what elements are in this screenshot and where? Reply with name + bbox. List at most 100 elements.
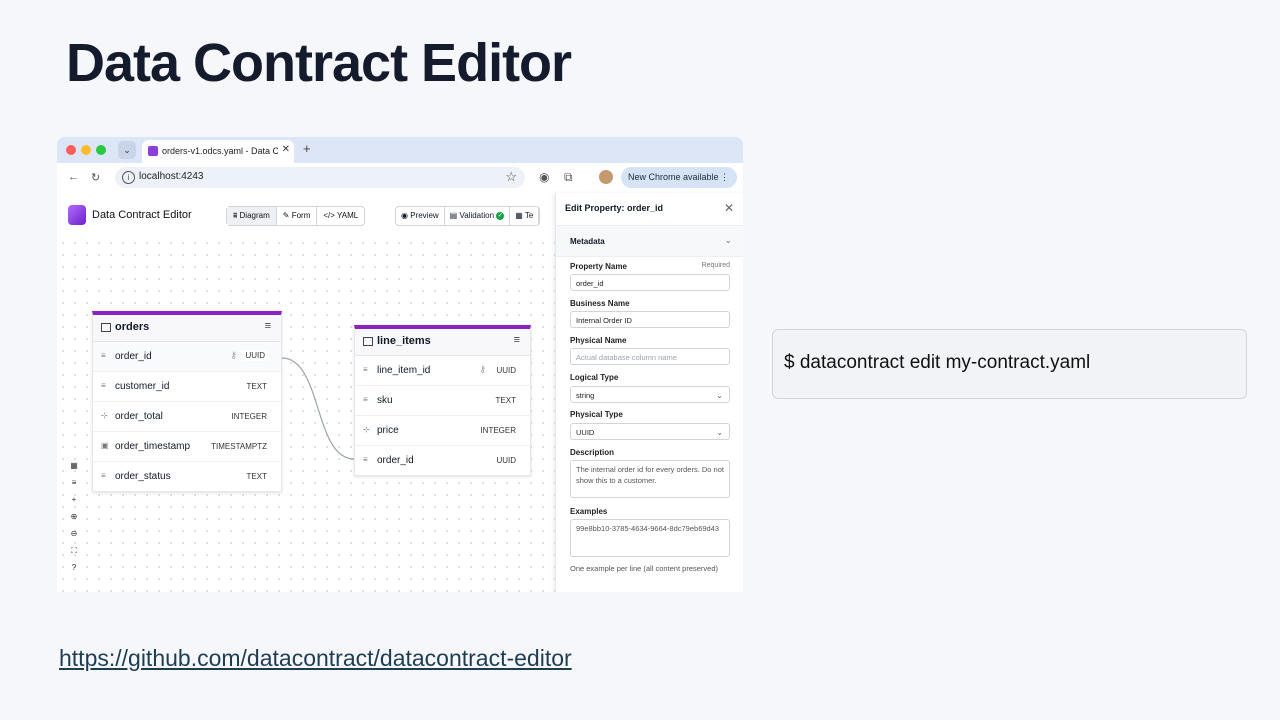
- document-icon: ▤: [449, 211, 458, 220]
- table-row[interactable]: ≡ order_id ⚷ UUID: [93, 342, 281, 372]
- text-type-icon: ≡: [101, 351, 106, 360]
- description-textarea[interactable]: The internal order id for every orders. …: [570, 460, 730, 498]
- tab-close-icon[interactable]: ✕: [282, 144, 290, 155]
- property-name-label: Property Name: [570, 262, 627, 271]
- table-row[interactable]: ⊹ price INTEGER: [355, 416, 530, 446]
- physical-name-input[interactable]: Actual database column name: [570, 348, 730, 365]
- browser-tab[interactable]: orders-v1.odcs.yaml - Data C ✕: [142, 140, 294, 163]
- menu-icon[interactable]: ≡: [514, 334, 520, 346]
- url-text: localhost:4243: [139, 171, 204, 182]
- tab-strip: ⌄ orders-v1.odcs.yaml - Data C ✕ +: [57, 137, 743, 163]
- property-name-input[interactable]: order_id: [570, 274, 730, 291]
- table-row[interactable]: ≡ sku TEXT: [355, 386, 530, 416]
- text-type-icon: ≡: [101, 381, 106, 390]
- logical-type-select[interactable]: string ⌄: [570, 386, 730, 403]
- table-name: orders: [115, 321, 150, 333]
- form-icon: ✎: [282, 211, 290, 220]
- logical-type-label: Logical Type: [570, 373, 619, 382]
- section-title: Metadata: [570, 237, 605, 246]
- repo-link[interactable]: https://github.com/datacontract/datacont…: [59, 645, 579, 672]
- examples-help-text: One example per line (all content preser…: [570, 564, 718, 573]
- test-icon: ▦: [515, 211, 523, 220]
- tab-diagram[interactable]: ⩩ Diagram: [227, 207, 277, 225]
- preview-button[interactable]: ◉ Preview: [396, 207, 445, 225]
- action-group: ◉ Preview ▤ Validation ✓ ▦ Te: [395, 206, 541, 226]
- edit-property-panel: Edit Property: order_id ✕ Metadata ⌄ Pro…: [555, 193, 743, 592]
- tab-form[interactable]: ✎ Form: [277, 207, 318, 225]
- kebab-menu-icon[interactable]: ⋮: [720, 167, 729, 188]
- table-node-line-items[interactable]: line_items ≡ ≡ line_item_id ⚷ UUID ≡ sku…: [354, 325, 531, 476]
- help-icon[interactable]: ?: [66, 563, 82, 580]
- chevron-down-icon: ⌄: [724, 235, 732, 245]
- new-tab-button[interactable]: +: [303, 141, 311, 156]
- layout-grid-icon[interactable]: ▦: [66, 461, 82, 478]
- minimize-window-button[interactable]: [81, 145, 91, 155]
- text-type-icon: ≡: [363, 455, 368, 464]
- tab-search-button[interactable]: ⌄: [118, 141, 136, 159]
- physical-name-label: Physical Name: [570, 336, 627, 345]
- table-row[interactable]: ≡ order_status TEXT: [93, 462, 281, 491]
- add-table-icon[interactable]: +: [66, 495, 82, 512]
- table-row[interactable]: ≡ order_id UUID: [355, 446, 530, 475]
- business-name-input[interactable]: Internal Order ID: [570, 311, 730, 328]
- eye-icon: ◉: [401, 211, 408, 220]
- table-icon: [101, 323, 111, 332]
- app-name: Data Contract Editor: [92, 209, 192, 221]
- examples-textarea[interactable]: 99e8bb10-3785-4634-9664-8dc79eb69d43: [570, 519, 730, 557]
- examples-label: Examples: [570, 507, 608, 516]
- bookmark-star-icon[interactable]: ☆: [505, 169, 517, 185]
- zoom-out-icon[interactable]: ⊖: [66, 529, 82, 546]
- menu-icon[interactable]: ≡: [265, 320, 271, 332]
- diagram-icon: ⩩: [233, 211, 238, 220]
- command-box: $ datacontract edit my-contract.yaml: [772, 329, 1247, 399]
- close-window-button[interactable]: [66, 145, 76, 155]
- table-node-orders[interactable]: orders ≡ ≡ order_id ⚷ UUID ≡ customer_id…: [92, 311, 282, 492]
- back-icon[interactable]: ←: [68, 171, 79, 183]
- table-header: line_items ≡: [355, 329, 530, 356]
- table-row[interactable]: ≡ customer_id TEXT: [93, 372, 281, 402]
- chevron-down-icon: ⌄: [716, 391, 723, 400]
- check-icon: ✓: [496, 211, 505, 220]
- chrome-update-button[interactable]: New Chrome available ⋮: [621, 167, 737, 188]
- canvas-toolbar: ▦ ≡ + ⊕ ⊖ ⛶ ?: [66, 461, 82, 580]
- table-icon: [363, 337, 373, 346]
- required-label: Required: [701, 262, 730, 269]
- app-logo-icon: [68, 205, 86, 225]
- validation-button[interactable]: ▤ Validation ✓: [445, 207, 511, 225]
- fit-view-icon[interactable]: ⛶: [66, 546, 82, 563]
- maximize-window-button[interactable]: [96, 145, 106, 155]
- zoom-in-icon[interactable]: ⊕: [66, 512, 82, 529]
- slide-title: Data Contract Editor: [66, 33, 572, 93]
- browser-screenshot: ⌄ orders-v1.odcs.yaml - Data C ✕ + ← ↻ i…: [57, 137, 743, 592]
- table-name: line_items: [377, 335, 431, 347]
- table-row[interactable]: ▣ order_timestamp TIMESTAMPTZ: [93, 432, 281, 462]
- physical-type-select[interactable]: UUID ⌄: [570, 423, 730, 440]
- panel-title: Edit Property: order_id: [565, 203, 664, 213]
- app-favicon-icon: [148, 146, 158, 156]
- description-label: Description: [570, 448, 615, 457]
- table-row[interactable]: ⊹ order_total INTEGER: [93, 402, 281, 432]
- omnibox[interactable]: i localhost:4243 ☆: [115, 167, 525, 188]
- lens-icon[interactable]: ◉: [539, 170, 549, 184]
- text-type-icon: ≡: [363, 395, 368, 404]
- address-bar: ← ↻ i localhost:4243 ☆ ◉ ⧉ New Chrome av…: [57, 163, 743, 194]
- update-label: New Chrome available: [628, 172, 719, 182]
- diagram-canvas[interactable]: orders ≡ ≡ order_id ⚷ UUID ≡ customer_id…: [57, 237, 555, 592]
- list-view-icon[interactable]: ≡: [66, 478, 82, 495]
- reload-icon[interactable]: ↻: [91, 171, 100, 184]
- code-icon: </>: [323, 211, 335, 220]
- number-type-icon: ⊹: [363, 425, 370, 434]
- timestamp-type-icon: ▣: [101, 441, 109, 450]
- close-icon[interactable]: ✕: [724, 201, 734, 215]
- metadata-section-toggle[interactable]: Metadata ⌄: [556, 225, 743, 257]
- key-icon: ⚷: [479, 364, 486, 374]
- extensions-icon[interactable]: ⧉: [564, 170, 573, 185]
- tab-yaml[interactable]: </> YAML: [317, 207, 364, 225]
- tests-button[interactable]: ▦ Te: [510, 207, 540, 225]
- command-text: $ datacontract edit my-contract.yaml: [784, 352, 1091, 373]
- table-row[interactable]: ≡ line_item_id ⚷ UUID: [355, 356, 530, 386]
- site-info-icon[interactable]: i: [122, 171, 135, 184]
- profile-avatar[interactable]: [599, 170, 613, 184]
- view-switcher: ⩩ Diagram ✎ Form </> YAML: [226, 206, 366, 226]
- key-icon: ⚷: [230, 350, 237, 360]
